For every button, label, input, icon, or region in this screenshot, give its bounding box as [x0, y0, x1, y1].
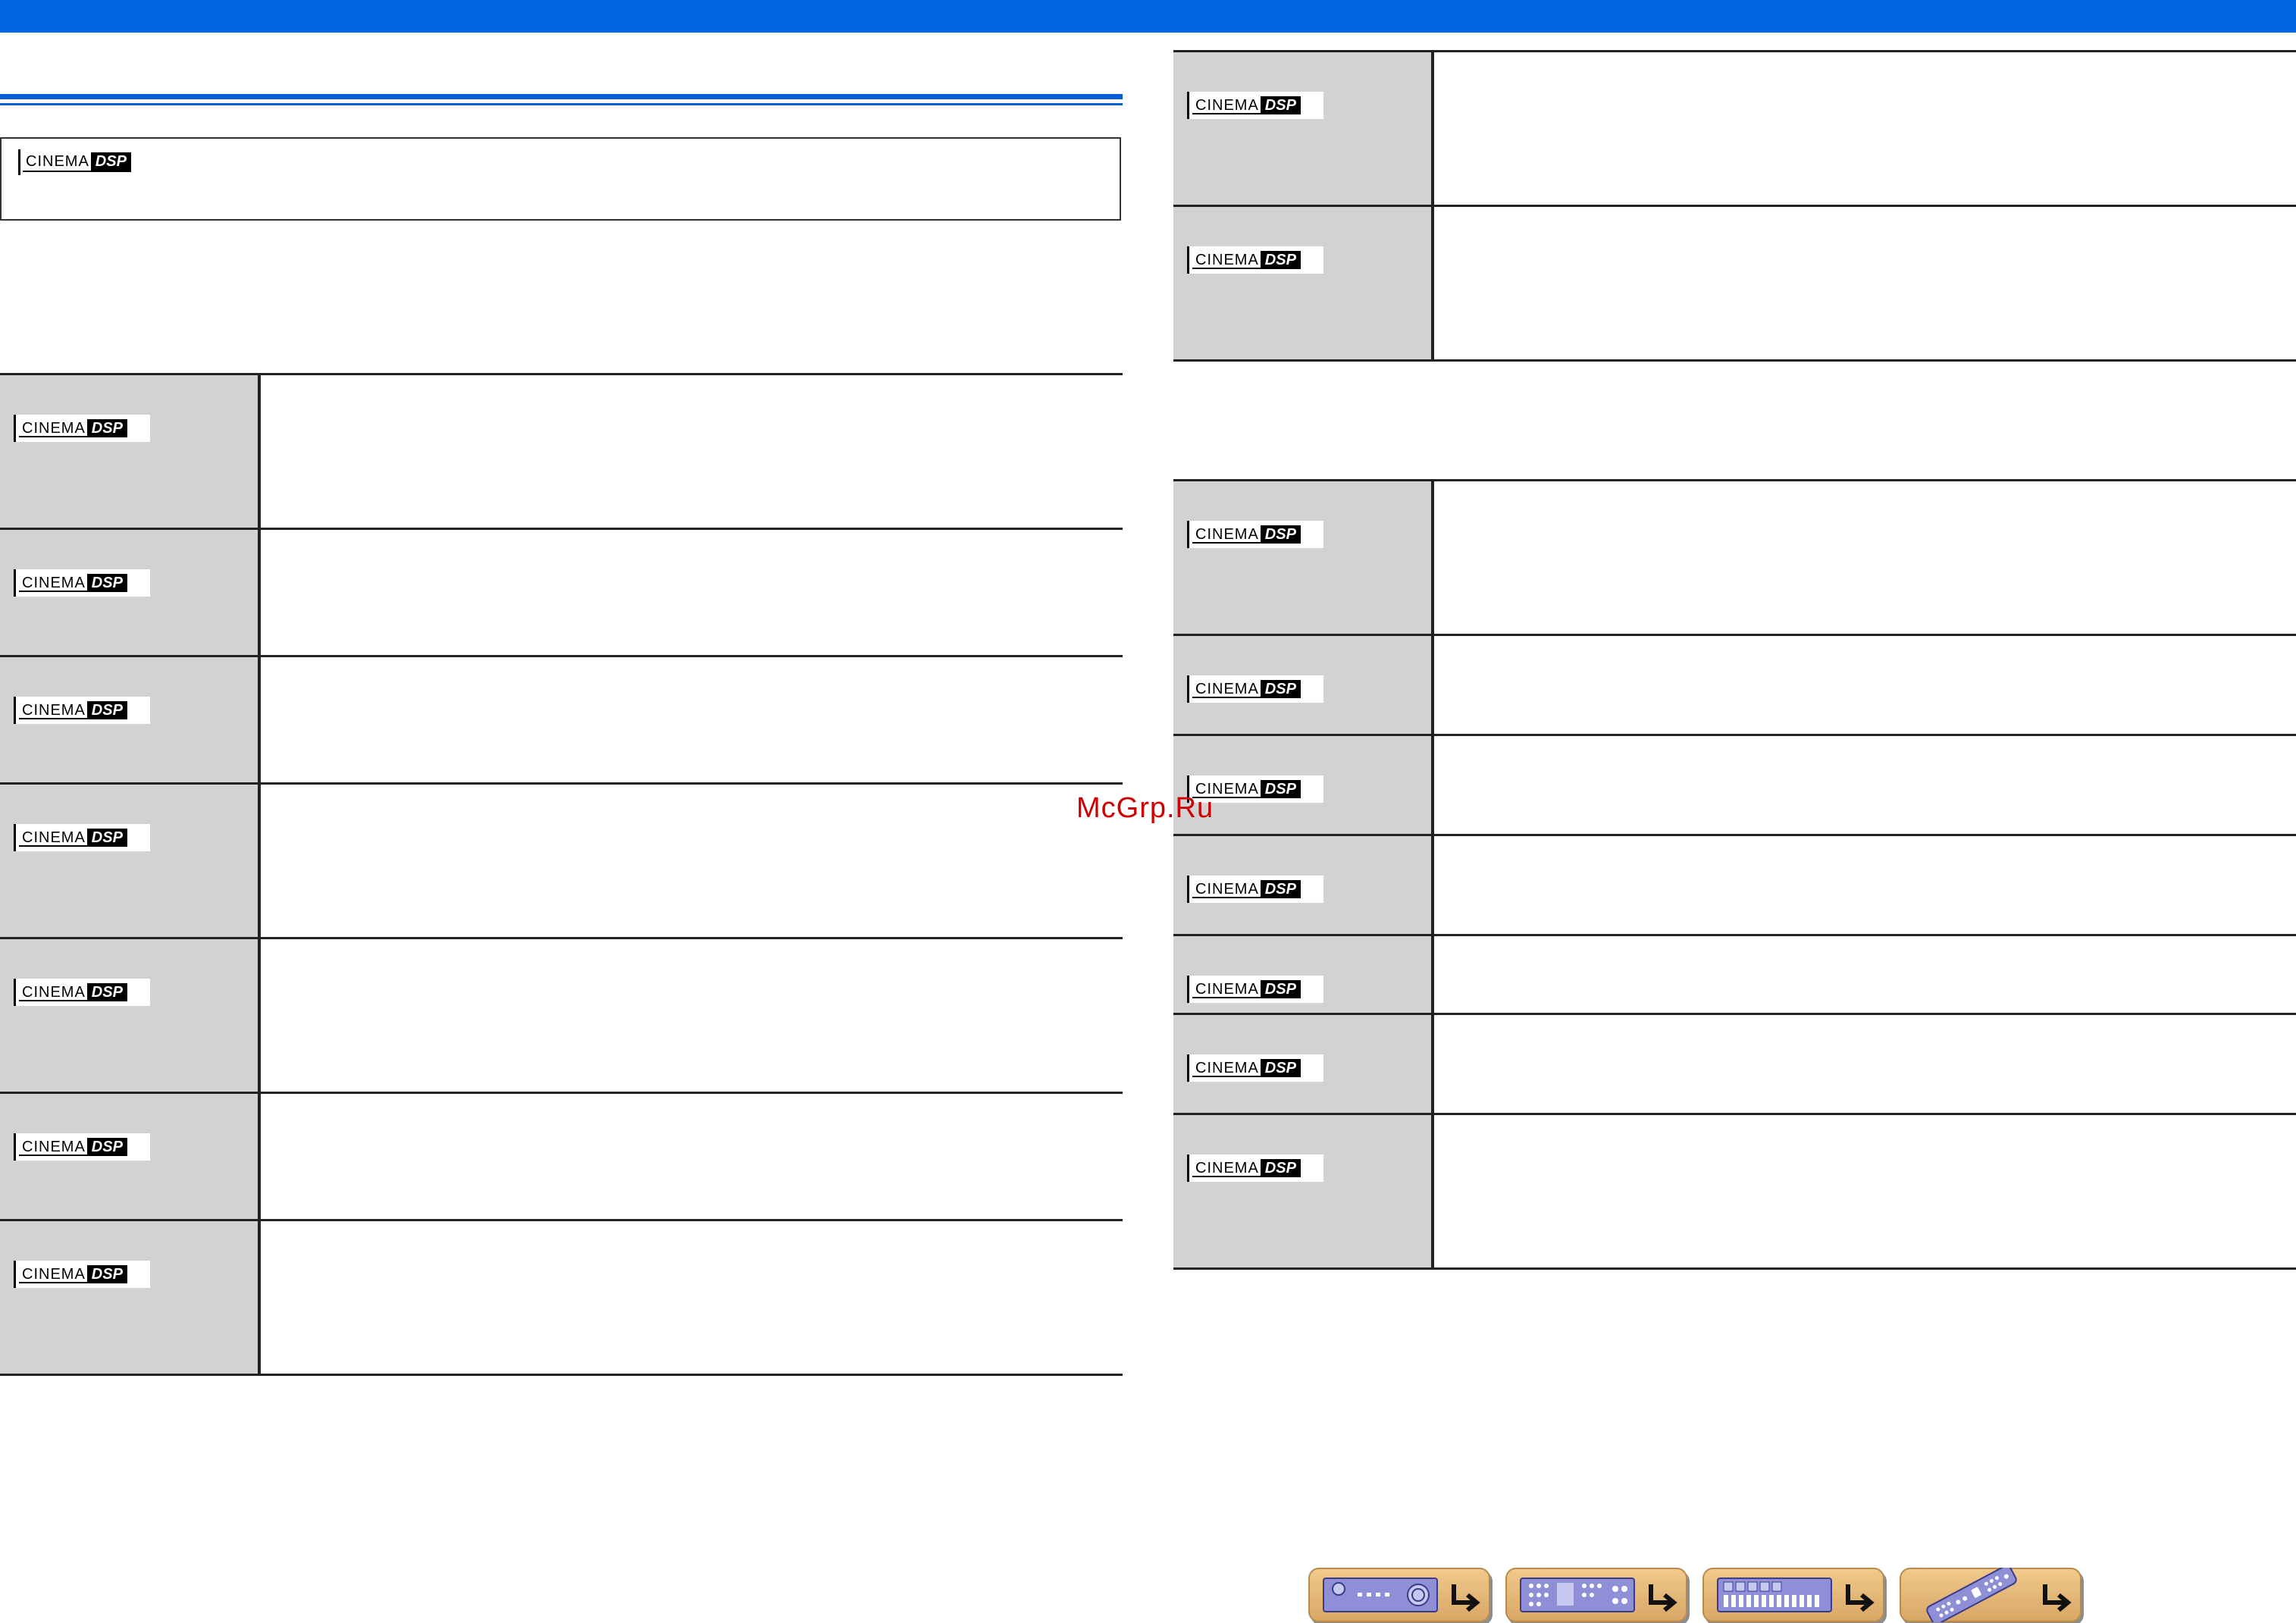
program-row: CINEMA DSP — [0, 530, 1123, 657]
watermark-text: McGrp.Ru — [1076, 792, 1214, 824]
logo-text-cinema: CINEMA — [1192, 1059, 1261, 1077]
logo-text-dsp: DSP — [86, 983, 127, 1001]
logo-text-dsp: DSP — [1260, 525, 1301, 544]
program-row: CINEMA DSP — [1173, 1015, 2296, 1115]
logo-text-cinema: CINEMA — [1192, 980, 1261, 998]
nav-button-display[interactable] — [1702, 1568, 1884, 1622]
logo-text-cinema: CINEMA — [1192, 1159, 1261, 1177]
cinema-dsp-logo: CINEMA DSP — [14, 569, 150, 597]
logo-text-dsp: DSP — [1260, 1159, 1301, 1177]
logo-text-dsp: DSP — [86, 701, 127, 719]
logo-text-cinema: CINEMA — [1192, 880, 1261, 898]
program-row: CINEMA DSP — [1173, 52, 2296, 207]
logo-text-cinema: CINEMA — [19, 983, 87, 1001]
logo-text-cinema: CINEMA — [1192, 96, 1261, 114]
title-rule-lower — [0, 103, 1123, 105]
cinema-dsp-logo: CINEMA DSP — [14, 415, 150, 442]
logo-text-dsp: DSP — [1260, 96, 1301, 114]
receiver-front-panel-icon — [1323, 1578, 1480, 1612]
logo-text-cinema: CINEMA — [19, 1265, 87, 1283]
logo-text-cinema: CINEMA — [19, 1138, 87, 1156]
title-rule-upper — [0, 94, 1123, 99]
logo-text-dsp: DSP — [86, 1138, 127, 1156]
cinema-dsp-logo: CINEMA DSP — [18, 149, 150, 175]
header-bar — [0, 0, 2296, 33]
program-row: CINEMA DSP — [1173, 936, 2296, 1015]
remote-control-icon — [1926, 1568, 2072, 1622]
logo-text-cinema: CINEMA — [1192, 680, 1261, 698]
logo-text-cinema: CINEMA — [1192, 525, 1261, 544]
program-row: CINEMA DSP — [0, 1221, 1123, 1376]
receiver-display-icon — [1717, 1578, 1875, 1612]
program-row: CINEMA DSP — [1173, 636, 2296, 736]
logo-text-dsp: DSP — [86, 574, 127, 592]
nav-button-front-panel[interactable] — [1308, 1568, 1490, 1622]
program-row: CINEMA DSP — [1173, 1115, 2296, 1270]
program-row: CINEMA DSP — [1173, 736, 2296, 836]
cinema-dsp-logo: CINEMA DSP — [1187, 976, 1323, 1003]
cinema-dsp-logo: CINEMA DSP — [1187, 1054, 1323, 1082]
cinema-dsp-note-box: CINEMA DSP — [0, 137, 1121, 221]
nav-button-remote[interactable] — [1900, 1568, 2081, 1622]
logo-text-dsp: DSP — [1260, 680, 1301, 698]
cinema-dsp-logo: CINEMA DSP — [14, 979, 150, 1006]
logo-text-dsp: DSP — [1260, 980, 1301, 998]
cinema-dsp-logo: CINEMA DSP — [14, 824, 150, 851]
logo-text-dsp: DSP — [86, 829, 127, 847]
logo-text-dsp: DSP — [1260, 880, 1301, 898]
cinema-dsp-logo: CINEMA DSP — [14, 1133, 150, 1161]
program-row: CINEMA DSP — [0, 785, 1123, 939]
program-row: CINEMA DSP — [0, 939, 1123, 1094]
logo-text-cinema: CINEMA — [1192, 251, 1261, 269]
cinema-dsp-logo: CINEMA DSP — [14, 1261, 150, 1288]
cinema-dsp-logo: CINEMA DSP — [1187, 521, 1323, 548]
logo-text-dsp: DSP — [1260, 1059, 1301, 1077]
logo-text-cinema: CINEMA — [19, 574, 87, 592]
program-row: CINEMA DSP — [0, 657, 1123, 785]
logo-text-cinema: CINEMA — [19, 701, 87, 719]
cinema-dsp-logo: CINEMA DSP — [1187, 1155, 1323, 1182]
logo-text-dsp: DSP — [86, 419, 127, 437]
logo-text-dsp: DSP — [86, 1265, 127, 1283]
logo-text-cinema: CINEMA — [19, 829, 87, 847]
logo-text-dsp: DSP — [90, 152, 131, 172]
program-row: CINEMA DSP — [1173, 836, 2296, 936]
receiver-rear-panel-icon — [1520, 1578, 1677, 1612]
cinema-dsp-logo: CINEMA DSP — [1187, 876, 1323, 903]
logo-text-dsp: DSP — [1260, 780, 1301, 798]
logo-text-cinema: CINEMA — [19, 419, 87, 437]
nav-button-rear-panel[interactable] — [1505, 1568, 1687, 1622]
cinema-dsp-logo: CINEMA DSP — [1187, 92, 1323, 119]
logo-text-cinema: CINEMA — [23, 152, 91, 172]
cinema-dsp-logo: CINEMA DSP — [14, 697, 150, 724]
cinema-dsp-logo: CINEMA DSP — [1187, 675, 1323, 703]
program-row: CINEMA DSP — [0, 375, 1123, 530]
program-row: CINEMA DSP — [0, 1094, 1123, 1221]
cinema-dsp-logo: CINEMA DSP — [1187, 246, 1323, 274]
program-row: CINEMA DSP — [1173, 481, 2296, 636]
program-row: CINEMA DSP — [1173, 207, 2296, 362]
logo-text-dsp: DSP — [1260, 251, 1301, 269]
